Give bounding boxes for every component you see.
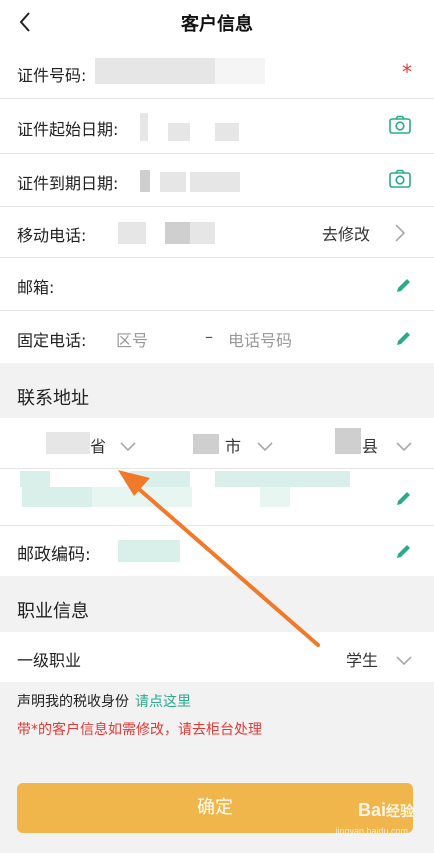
city-value xyxy=(193,434,219,454)
occupation-level1-value[interactable]: 学生 xyxy=(346,647,378,671)
id-number-label: 证件号码: xyxy=(17,66,87,85)
id-end-date-value-end xyxy=(190,172,240,192)
province-value xyxy=(46,432,90,454)
id-start-date-value xyxy=(140,113,148,141)
id-end-date-value xyxy=(140,170,150,192)
mobile-value-end xyxy=(190,222,215,244)
chevron-down-icon[interactable] xyxy=(119,438,137,457)
phone-number-input[interactable]: 电话号码 xyxy=(228,327,292,351)
postal-code-value xyxy=(118,540,180,562)
pencil-icon[interactable] xyxy=(395,276,413,298)
id-number-row: 证件号码: * xyxy=(0,46,434,98)
postal-code-label: 邮政编码: xyxy=(17,545,91,565)
occupation-level1-label: 一级职业 xyxy=(17,651,82,670)
page-title: 客户信息 xyxy=(181,14,253,35)
id-end-date-value-mid xyxy=(160,172,186,192)
id-end-date-row[interactable]: 证件到期日期: xyxy=(0,154,434,206)
address-region-row: 省 市 县 xyxy=(0,418,434,468)
id-end-date-label: 证件到期日期: xyxy=(17,174,119,193)
area-code-input[interactable]: 区号 xyxy=(116,327,148,351)
chevron-down-icon[interactable] xyxy=(256,438,274,457)
contact-address-title: 联系地址 xyxy=(17,388,89,409)
email-row[interactable]: 邮箱: xyxy=(0,258,434,310)
tax-identity-text: 声明我的税收身份 xyxy=(17,694,129,710)
id-start-date-label: 证件起始日期: xyxy=(17,120,119,139)
address-detail-value-2 xyxy=(22,487,92,507)
address-detail-row[interactable] xyxy=(0,469,434,525)
phone-separator: – xyxy=(205,327,213,346)
landline-row[interactable]: 固定电话: 区号 – 电话号码 xyxy=(0,311,434,363)
address-detail-value-3 xyxy=(92,487,192,507)
mobile-row[interactable]: 移动电话: 去修改 xyxy=(0,207,434,257)
top-bar: 客户信息 xyxy=(0,0,434,46)
address-detail-value-6 xyxy=(260,487,290,507)
pencil-icon[interactable] xyxy=(395,542,413,564)
chevron-down-icon[interactable] xyxy=(395,438,413,457)
id-start-date-value-mid xyxy=(168,123,190,141)
mobile-value xyxy=(118,222,146,244)
postal-code-row[interactable]: 邮政编码: xyxy=(0,526,434,576)
id-start-date-row[interactable]: 证件起始日期: xyxy=(0,99,434,153)
mobile-edit-link[interactable]: 去修改 xyxy=(322,221,370,245)
chevron-down-icon[interactable] xyxy=(395,652,413,671)
tax-identity-notice: 声明我的税收身份 请点这里 xyxy=(17,691,191,711)
id-number-value-tail xyxy=(215,58,265,84)
email-label: 邮箱: xyxy=(17,278,55,297)
pencil-icon[interactable] xyxy=(395,329,413,351)
address-detail-value-5 xyxy=(215,471,350,487)
camera-icon[interactable] xyxy=(389,169,411,193)
id-number-value xyxy=(95,58,215,84)
occupation-title: 职业信息 xyxy=(17,601,89,622)
tax-identity-link[interactable]: 请点这里 xyxy=(135,694,191,710)
province-suffix[interactable]: 省 xyxy=(90,433,106,457)
id-start-date-value-end xyxy=(215,123,239,141)
county-value xyxy=(335,428,361,454)
occupation-level1-row[interactable]: 一级职业 学生 xyxy=(0,632,434,682)
mobile-label: 移动电话: xyxy=(17,226,87,245)
camera-icon[interactable] xyxy=(389,115,411,139)
watermark-url: jingyan.baidu.com xyxy=(335,826,408,836)
pencil-icon[interactable] xyxy=(395,489,413,511)
county-suffix[interactable]: 县 xyxy=(362,433,378,457)
watermark-logo: Bai经验 xyxy=(357,800,414,820)
counter-warning: 带*的客户信息如需修改，请去柜台处理 xyxy=(17,722,262,738)
mobile-value-mid xyxy=(165,222,190,244)
chevron-right-icon[interactable] xyxy=(394,223,406,247)
city-suffix[interactable]: 市 xyxy=(225,433,241,457)
address-detail-value-4 xyxy=(130,471,190,487)
landline-label: 固定电话: xyxy=(17,331,87,350)
address-detail-value xyxy=(20,471,50,487)
required-mark: * xyxy=(402,60,412,84)
